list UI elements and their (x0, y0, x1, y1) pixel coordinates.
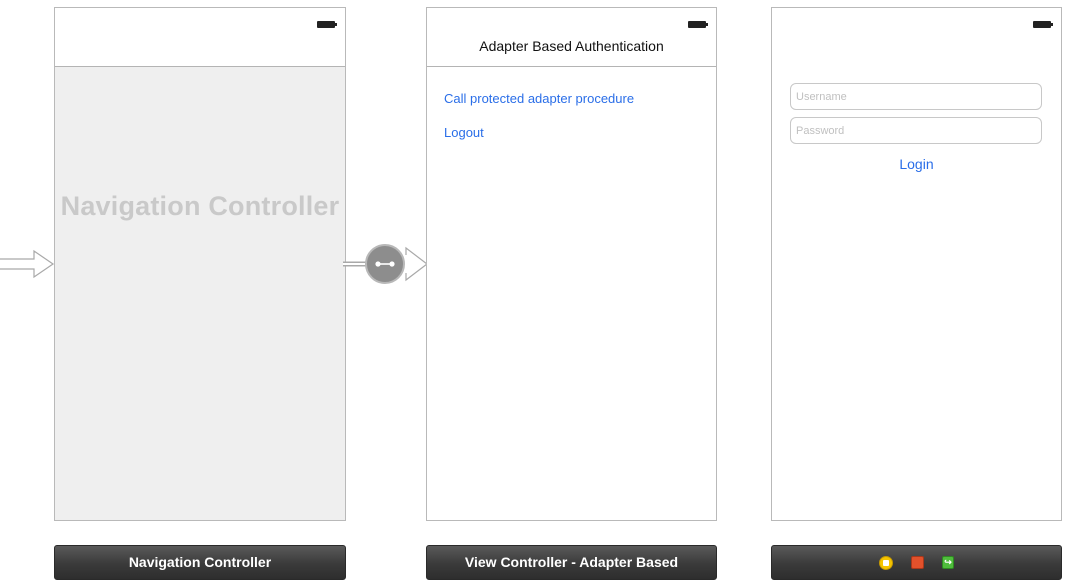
battery-icon (1033, 21, 1053, 28)
adapter-view-controller-dock[interactable]: View Controller - Adapter Based (426, 545, 717, 580)
login-button[interactable]: Login (772, 156, 1061, 172)
segue-arrowhead (405, 246, 428, 282)
call-protected-procedure-button[interactable]: Call protected adapter procedure (444, 91, 634, 106)
login-view-controller-scene[interactable]: Login (771, 7, 1062, 521)
username-field[interactable] (790, 83, 1042, 110)
battery-icon (317, 21, 337, 28)
navigation-bar: Adapter Based Authentication (427, 8, 716, 67)
battery-icon (688, 21, 708, 28)
cube-icon[interactable] (911, 556, 924, 569)
first-responder-icon[interactable] (879, 555, 893, 570)
login-scene-dock[interactable]: ↪ (771, 545, 1062, 580)
navigation-controller-watermark: Navigation Controller (60, 191, 340, 221)
adapter-view-controller-scene[interactable]: Adapter Based Authentication Call protec… (426, 7, 717, 521)
nav-title: Adapter Based Authentication (479, 38, 664, 54)
exit-icon[interactable]: ↪ (942, 556, 954, 569)
navigation-controller-body (55, 67, 345, 520)
logout-button[interactable]: Logout (444, 125, 484, 140)
initial-scene-arrow (0, 249, 55, 279)
navigation-bar (55, 8, 345, 67)
segue-connector[interactable] (343, 240, 431, 288)
navigation-controller-dock[interactable]: Navigation Controller (54, 545, 346, 580)
navigation-controller-scene[interactable]: Navigation Controller (54, 7, 346, 521)
password-field[interactable] (790, 117, 1042, 144)
